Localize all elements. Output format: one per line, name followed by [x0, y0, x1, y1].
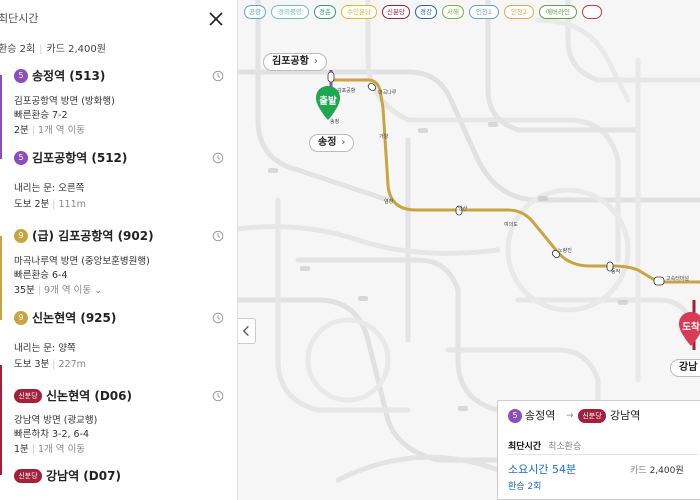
clock-icon[interactable] — [212, 70, 224, 82]
ride-time: 2분 — [14, 125, 29, 136]
station-count: 1개 역 이동 — [38, 444, 86, 455]
close-icon[interactable] — [206, 9, 226, 29]
line-badge: 5 — [14, 151, 28, 165]
door-side: 내리는 문: 양쪽 — [14, 343, 76, 354]
callout-label: 송정 — [318, 137, 337, 148]
stop-direction: 김포공항역 방면 (방화행) — [14, 96, 115, 107]
stop-name: 김포공항역 (512) — [32, 151, 128, 165]
walk-time: 도보 3분 — [14, 359, 50, 370]
stop-name: 송정역 (513) — [32, 69, 106, 83]
filter-chip-4[interactable]: 신분당 — [382, 5, 410, 19]
stop-fast-exit: 빠른하차 3-2, 6-4 — [14, 429, 90, 440]
end-marker-label: 도착 — [682, 322, 700, 333]
ride-time: 1분 — [14, 444, 29, 455]
line-badge: 9 — [14, 311, 28, 325]
summary-fare: 카드 2,400원 — [46, 44, 106, 55]
route-summary: 환승 2회 | 카드 2,400원 — [0, 44, 106, 55]
stop-name: 강남역 (D07) — [46, 469, 121, 483]
filter-chip-1[interactable]: 경의중앙 — [271, 5, 309, 19]
from-line-badge: 5 — [508, 409, 522, 423]
stop-name: 신논현역 (925) — [32, 311, 117, 325]
tab-fastest[interactable]: 최단시간 — [508, 442, 541, 452]
start-marker-label: 출발 — [319, 96, 337, 107]
card-route: 5 송정역 → 신분당 강남역 — [508, 409, 700, 423]
line-badge: 신분당 — [14, 469, 42, 483]
clock-icon[interactable] — [212, 312, 224, 324]
chevron-down-icon[interactable]: ⌄ — [94, 285, 102, 296]
walk-distance: 227m — [58, 359, 86, 370]
gangnam-callout[interactable]: 강남› — [670, 359, 700, 377]
station-label-dongjak[interactable]: 동작 — [611, 268, 620, 275]
stop-name: 신논현역 (D06) — [46, 389, 132, 403]
filter-chip-6[interactable]: 서해 — [442, 5, 464, 19]
songjeong-callout[interactable]: 송정 › — [309, 134, 355, 152]
line-badge: 5 — [14, 69, 28, 83]
to-line-badge: 신분당 — [578, 409, 606, 423]
transfer-count: 환승 2회 — [508, 482, 542, 492]
walk-info: 도보 3분 | 227m — [14, 359, 86, 370]
station-label-express-terminal[interactable]: 고속터미널 — [666, 276, 692, 282]
filter-chip-0[interactable]: 공항 — [244, 5, 266, 19]
panel-title: 최단시간 — [0, 12, 39, 25]
station-label-magoknaru[interactable]: 마곡나루 — [378, 89, 396, 96]
walk-time: 도보 2분 — [14, 199, 50, 210]
line-badge: 신분당 — [14, 389, 42, 403]
door-side: 내리는 문: 오른쪽 — [14, 183, 85, 194]
summary-transfer: 환승 2회 — [0, 44, 36, 55]
tab-min-transfer[interactable]: 최소환승 — [548, 442, 581, 452]
station-label-yeomchang[interactable]: 염창 — [384, 198, 393, 205]
to-station: 강남역 — [610, 409, 641, 422]
walk-distance: 111m — [58, 199, 86, 210]
timeline-line9 — [0, 236, 2, 320]
route-detail-panel: 최단시간 환승 2회 | 카드 2,400원 5 송정역 (513) 김포공항역 방… — [0, 0, 238, 500]
card-divider — [508, 454, 698, 455]
filter-chip-9[interactable]: 에버라인 — [539, 5, 577, 19]
filter-chip-8[interactable]: 인천2 — [504, 5, 534, 19]
station-label-yeouido[interactable]: 여의도 — [504, 221, 518, 228]
chevron-right-icon: › — [313, 56, 318, 67]
clock-icon[interactable] — [212, 390, 224, 402]
callout-label: 강남 — [679, 362, 698, 373]
gimpo-airport-callout[interactable]: 김포공항 › — [263, 53, 327, 71]
clock-icon[interactable] — [212, 152, 224, 164]
clock-icon[interactable] — [212, 230, 224, 242]
travel-time: 소요시간 54분 — [508, 463, 577, 476]
arrow-right-icon: → — [566, 411, 574, 421]
station-count: 1개 역 이동 — [38, 125, 86, 136]
card-tabs: 최단시간 최소환승 — [508, 439, 588, 452]
stop-name: (급) 김포공항역 (902) — [32, 229, 154, 243]
stop-direction: 마곡나루역 방면 (중앙보훈병원행) — [14, 256, 150, 267]
filter-chip-7[interactable]: 인천1 — [469, 5, 499, 19]
fare-value: 2,400원 — [649, 466, 684, 476]
walk-info: 도보 2분 | 111m — [14, 199, 86, 210]
stop-fast-transfer: 빠른환승 6-4 — [14, 270, 68, 281]
filter-chip-5[interactable]: 경강 — [415, 5, 437, 19]
route-summary-card[interactable]: 5 송정역 → 신분당 강남역 최단시간 최소환승 소요시간 54분 카드 2,40… — [497, 400, 700, 500]
chevron-right-icon: › — [341, 137, 346, 148]
route-line9 — [331, 78, 700, 284]
ride-time: 35분 — [14, 285, 35, 296]
filter-chip-2[interactable]: 경춘 — [314, 5, 336, 19]
station-label-gayang[interactable]: 가양 — [379, 133, 388, 140]
stop-direction: 강남역 방면 (광교행) — [14, 415, 98, 426]
stop-time: 1분 | 1개 역 이동 — [14, 444, 86, 455]
stop-fast-transfer: 빠른환승 7-2 — [14, 110, 68, 121]
station-count: 9개 역 이동 — [44, 285, 92, 296]
fare: 카드 2,400원 — [630, 463, 684, 476]
station-label-noryangjin[interactable]: 노량진 — [558, 247, 572, 254]
timeline-shinbundang — [0, 365, 2, 475]
fare-label: 카드 — [630, 466, 647, 476]
line-badge: 9 — [14, 229, 28, 243]
station-label-dangsan[interactable]: 당산 — [458, 205, 467, 212]
timeline-line5 — [0, 75, 2, 159]
stop-time[interactable]: 35분 | 9개 역 이동 ⌄ — [14, 285, 102, 297]
callout-label: 김포공항 — [272, 56, 309, 67]
filter-chip-3[interactable]: 수인분당 — [341, 5, 377, 19]
chevron-left-icon[interactable] — [238, 318, 256, 344]
from-station: 송정역 — [525, 409, 556, 422]
filter-chip-10[interactable] — [582, 5, 602, 19]
stop-time: 2분 | 1개 역 이동 — [14, 125, 86, 136]
